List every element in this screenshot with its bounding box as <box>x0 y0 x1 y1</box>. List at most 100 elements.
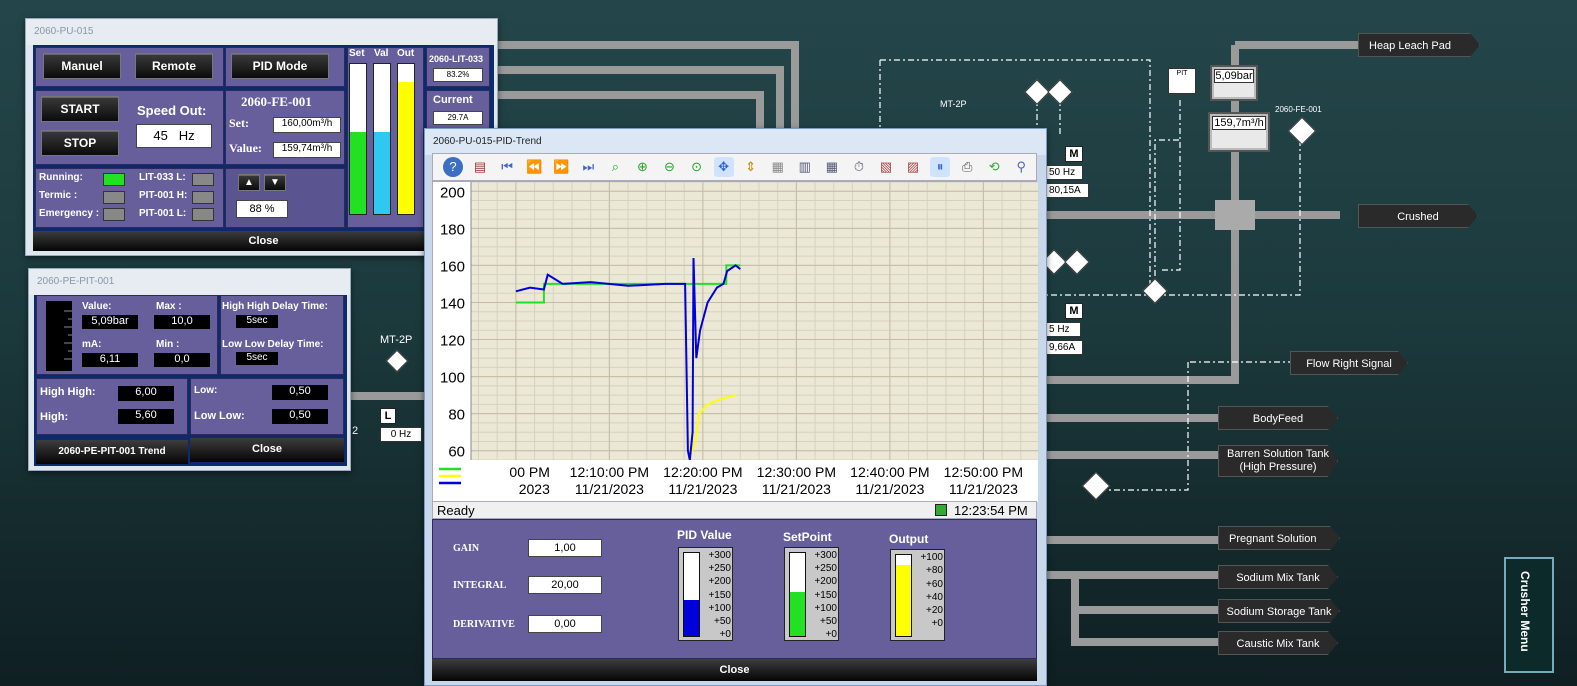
sodium-storage-tank-tag[interactable]: Sodium Storage Tank <box>1218 599 1340 623</box>
pit-close-button[interactable]: Close <box>190 438 344 462</box>
refresh-icon[interactable]: ⟲ <box>984 157 1004 177</box>
pid-mode-button[interactable]: PID Mode <box>231 53 329 79</box>
hz-readout-2: 5 Hz <box>1045 322 1081 337</box>
print-icon[interactable]: ⎙ <box>957 157 977 177</box>
last-icon[interactable]: ⏭ <box>578 157 598 177</box>
zoom-box-icon[interactable]: ⌕ <box>605 157 625 177</box>
derivative-field[interactable]: 0,00 <box>528 615 602 633</box>
high-field[interactable]: 5,60 <box>118 409 174 424</box>
flow-right-signal-tag[interactable]: Flow Right Signal <box>1290 351 1408 375</box>
motor-m-1[interactable]: M <box>1065 146 1083 162</box>
help-icon[interactable]: ? <box>443 157 463 177</box>
layout-icon[interactable]: ▥ <box>795 157 815 177</box>
crushed-tag[interactable]: Crushed <box>1358 204 1478 228</box>
output-scale-tick-3: +40 <box>926 591 943 603</box>
pit-max-field[interactable]: 10,0 <box>154 315 210 329</box>
zoom-vertical-icon[interactable]: ⊙ <box>687 157 707 177</box>
ll-delay-label: Low Low Delay Time: <box>222 339 324 350</box>
down-arrow-button[interactable]: ▼ <box>264 174 286 191</box>
ll-delay-field[interactable]: 5sec <box>236 352 278 365</box>
grid-icon[interactable]: ▦ <box>768 157 788 177</box>
table-icon[interactable]: ▦ <box>822 157 842 177</box>
trend-chart-area[interactable]: 60 80 100 120 140 160 180 200 00 PM 2023 12:10:00 … <box>432 181 1100 502</box>
pit-l-led <box>192 208 214 221</box>
crusher-menu-button[interactable]: Crusher Menu <box>1504 557 1554 673</box>
output-scale-tick-2: +60 <box>926 578 943 590</box>
pit-ma-field: 6,11 <box>82 353 138 367</box>
high-high-label: High High: <box>40 386 96 398</box>
integral-field[interactable]: 20,00 <box>528 576 602 594</box>
output-scale-tick-4: +20 <box>926 605 943 617</box>
pit-window[interactable]: 2060-PE-PIT-001 Value: 5,09bar Max : 10,… <box>28 268 351 471</box>
pregnant-solution-pond-tag[interactable]: Pregnant Solution Pond <box>1218 526 1340 550</box>
heap-leach-pad-tag[interactable]: Heap Leach Pad <box>1358 33 1480 57</box>
pit-instrument[interactable]: PIT <box>1168 68 1196 94</box>
hz-readout-1: 50 Hz <box>1045 165 1083 180</box>
hh-delay-label: High High Delay Time: <box>222 301 328 312</box>
pause-icon[interactable]: ⏸ <box>930 157 951 177</box>
start-button[interactable]: START <box>41 96 119 122</box>
pid-scale-tick-1: +250 <box>708 563 731 575</box>
trend-window-title: 2060-PU-015-PID-Trend <box>425 129 1046 155</box>
low-low-field[interactable]: 0,50 <box>272 409 328 424</box>
emergency-led <box>103 208 125 221</box>
first-icon[interactable]: ⏮ <box>497 157 517 177</box>
y-tick-label-3: 120 <box>440 333 465 350</box>
pan-icon[interactable]: ✥ <box>713 157 734 177</box>
timer-icon[interactable]: ⏱ <box>849 157 869 177</box>
termic-led <box>103 191 125 204</box>
setpoint-scale-tick-2: +200 <box>814 576 837 588</box>
gain-field[interactable]: 1,00 <box>528 539 602 557</box>
pit-l-label: PIT-001 L: <box>139 208 187 219</box>
remote-button[interactable]: Remote <box>135 53 213 79</box>
setpoint-scale-tick-5: +50 <box>820 616 837 628</box>
x-tick-date-0: 2023 <box>519 481 550 497</box>
zoom-horizontal-icon[interactable]: ⊖ <box>660 157 680 177</box>
caustic-mix-tank-tag[interactable]: Caustic Mix Tank <box>1218 631 1338 655</box>
pressure-indicator[interactable]: 5,09bar <box>1210 65 1258 101</box>
pid-scale-tick-5: +50 <box>714 616 731 628</box>
output-fill <box>896 564 911 636</box>
lit-l-label: LIT-033 L: <box>139 172 186 183</box>
low-field[interactable]: 0,50 <box>272 385 328 400</box>
output-gauge: +100 +80 +60 +40 +20 +0 <box>890 549 945 641</box>
rewind-icon[interactable]: ⏪ <box>524 157 544 177</box>
up-arrow-button[interactable]: ▲ <box>238 174 260 191</box>
barren-solution-tank-tag[interactable]: Barren Solution Tank (High Pressure) <box>1218 445 1338 477</box>
pit-min-field[interactable]: 0,0 <box>154 353 210 367</box>
pen-icon[interactable]: ⚲ <box>1011 157 1031 177</box>
high-high-field[interactable]: 6,00 <box>118 386 174 401</box>
percent-field[interactable]: 88 % <box>236 200 288 218</box>
pid-tuning-panel: GAIN 1,00 INTEGRAL 20,00 DERIVATIVE 0,00… <box>432 519 1037 659</box>
set-field[interactable]: 160,00m³/h <box>273 117 341 133</box>
val-bar-fill <box>374 131 390 214</box>
y-tick-label-5: 160 <box>440 258 465 275</box>
setpoint-scale-tick-1: +250 <box>814 563 837 575</box>
pit-value-field: 5,09bar <box>82 315 138 329</box>
trend-chart[interactable]: 60 80 100 120 140 160 180 200 00 PM2023 12:10:00 … <box>433 181 1100 502</box>
setpoint-bar <box>789 552 806 637</box>
manuel-button[interactable]: Manuel <box>43 53 121 79</box>
forward-icon[interactable]: ⏩ <box>551 157 571 177</box>
export-icon[interactable]: ▤ <box>470 157 490 177</box>
status-icon <box>935 504 947 516</box>
sodium-mix-tank-tag[interactable]: Sodium Mix Tank <box>1218 565 1338 589</box>
value-label: Value: <box>229 141 262 155</box>
stop-button[interactable]: STOP <box>41 130 119 156</box>
trend-close-button[interactable]: Close <box>432 659 1037 681</box>
status-text: Ready <box>437 503 475 518</box>
chart-icon[interactable]: ▧ <box>876 157 896 177</box>
pressure-value: 5,09bar <box>1214 69 1254 83</box>
flow-indicator[interactable]: 159,7m³/h <box>1208 112 1270 152</box>
pit-trend-button[interactable]: 2060-PE-PIT-001 Trend <box>36 440 188 464</box>
speed-out-field[interactable]: 45 Hz <box>136 124 212 148</box>
scale-icon[interactable]: ⇕ <box>741 157 761 177</box>
chart2-icon[interactable]: ▨ <box>903 157 923 177</box>
motor-m-2[interactable]: M <box>1065 303 1083 319</box>
bodyfeed-tag[interactable]: BodyFeed <box>1218 406 1338 430</box>
hh-delay-field[interactable]: 5sec <box>236 315 278 328</box>
l-box[interactable]: L <box>380 408 396 424</box>
integral-label: INTEGRAL <box>453 580 507 591</box>
zoom-in-icon[interactable]: ⊕ <box>632 157 652 177</box>
trend-window[interactable]: 2060-PU-015-PID-Trend ? ▤ ⏮ ⏪ ⏩ ⏭ ⌕ ⊕ ⊖ … <box>424 128 1100 686</box>
